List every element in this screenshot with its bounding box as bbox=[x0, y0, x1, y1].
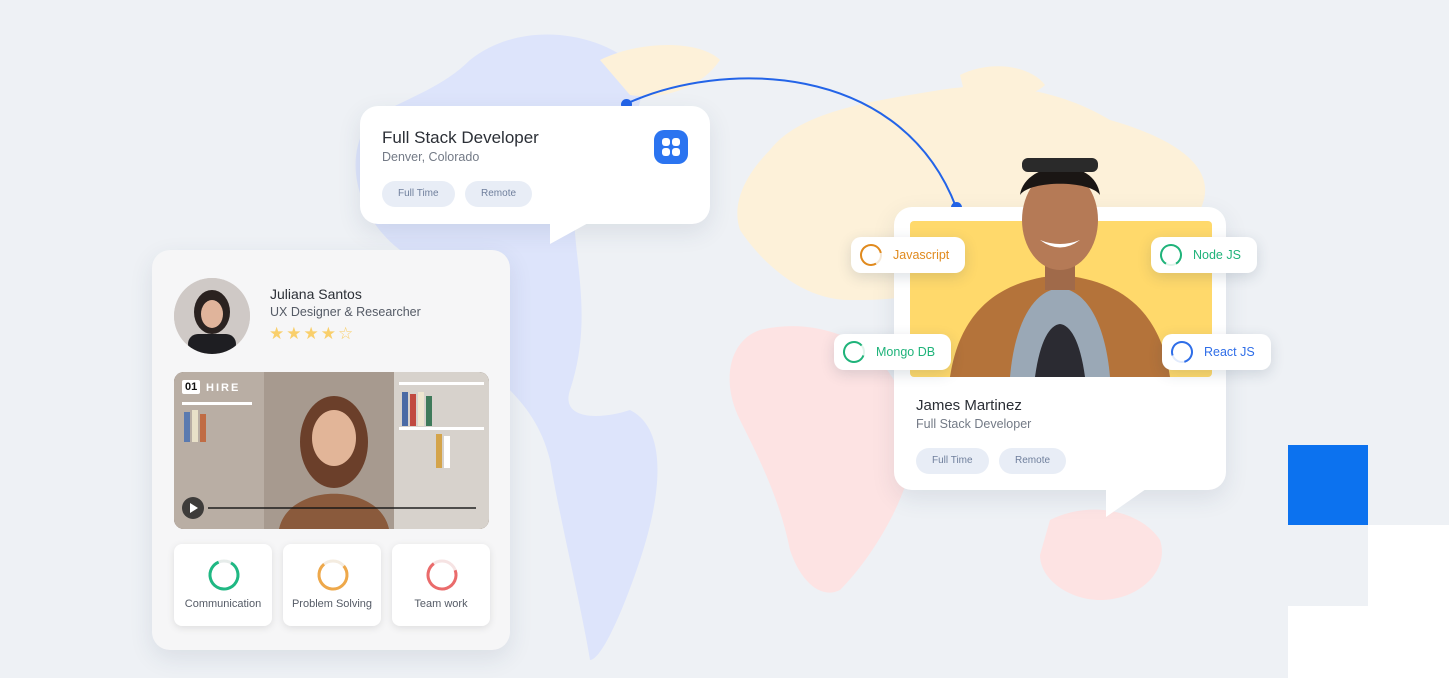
decorative-white-square bbox=[1368, 525, 1449, 606]
profile-name: James Martinez bbox=[916, 397, 1022, 414]
job-title: Full Stack Developer bbox=[382, 128, 539, 147]
speech-tail bbox=[550, 222, 590, 244]
speech-tail bbox=[1106, 489, 1146, 517]
candidate-role: UX Designer & Researcher bbox=[270, 305, 421, 319]
play-icon bbox=[190, 503, 198, 513]
skill-tag-label: Javascript bbox=[893, 248, 950, 262]
video-progress-bar[interactable] bbox=[208, 507, 476, 509]
skill-tag-node-js[interactable]: Node JS bbox=[1151, 237, 1257, 273]
tag-remote[interactable]: Remote bbox=[465, 181, 533, 207]
chat-grid-app-icon bbox=[654, 130, 688, 164]
video-thumbnail bbox=[174, 372, 489, 529]
progress-ring-icon bbox=[1160, 244, 1182, 266]
candidate-name: Juliana Santos bbox=[270, 286, 362, 302]
progress-ring-icon bbox=[860, 244, 882, 266]
progress-ring-icon bbox=[1171, 341, 1193, 363]
brand-number: 01 bbox=[182, 380, 201, 394]
profile-tags: Full Time Remote bbox=[916, 448, 1072, 474]
job-location: Denver, Colorado bbox=[382, 150, 480, 164]
tag-full-time[interactable]: Full Time bbox=[916, 448, 989, 474]
progress-ring-icon bbox=[317, 559, 349, 591]
candidate-card[interactable]: Juliana Santos UX Designer & Researcher … bbox=[152, 250, 510, 650]
decorative-white-block bbox=[1288, 606, 1449, 678]
brand-text: HIRE bbox=[206, 382, 241, 394]
skill-label: Problem Solving bbox=[291, 598, 373, 610]
skill-tag-label: Mongo DB bbox=[876, 345, 936, 359]
tag-full-time[interactable]: Full Time bbox=[382, 181, 455, 207]
star-rating: ★★★★☆ bbox=[269, 324, 356, 343]
skill-tag-label: Node JS bbox=[1193, 248, 1241, 262]
skill-tag-javascript[interactable]: Javascript bbox=[851, 237, 966, 273]
skill-tag-mongo-db[interactable]: Mongo DB bbox=[834, 334, 952, 370]
tag-remote[interactable]: Remote bbox=[999, 448, 1067, 474]
decorative-blue-square bbox=[1288, 445, 1368, 525]
candidate-avatar bbox=[174, 278, 250, 354]
progress-ring-icon bbox=[208, 559, 240, 591]
progress-ring-icon bbox=[843, 341, 865, 363]
video-player[interactable]: 01 HIRE bbox=[174, 372, 489, 529]
profile-role: Full Stack Developer bbox=[916, 417, 1032, 431]
job-tags: Full Time Remote bbox=[382, 181, 538, 207]
skill-tile-team-work[interactable]: Team work bbox=[392, 544, 490, 626]
skill-tag-react-js[interactable]: React JS bbox=[1162, 334, 1271, 370]
progress-ring-icon bbox=[426, 559, 458, 591]
skill-tag-label: React JS bbox=[1204, 345, 1255, 359]
job-card[interactable]: Full Stack Developer Denver, Colorado Fu… bbox=[360, 106, 710, 244]
skill-label: Team work bbox=[414, 598, 468, 610]
play-button[interactable] bbox=[182, 497, 204, 519]
skill-tile-communication[interactable]: Communication bbox=[174, 544, 272, 626]
skill-tile-problem-solving[interactable]: Problem Solving bbox=[283, 544, 381, 626]
skill-label: Communication bbox=[184, 598, 262, 610]
